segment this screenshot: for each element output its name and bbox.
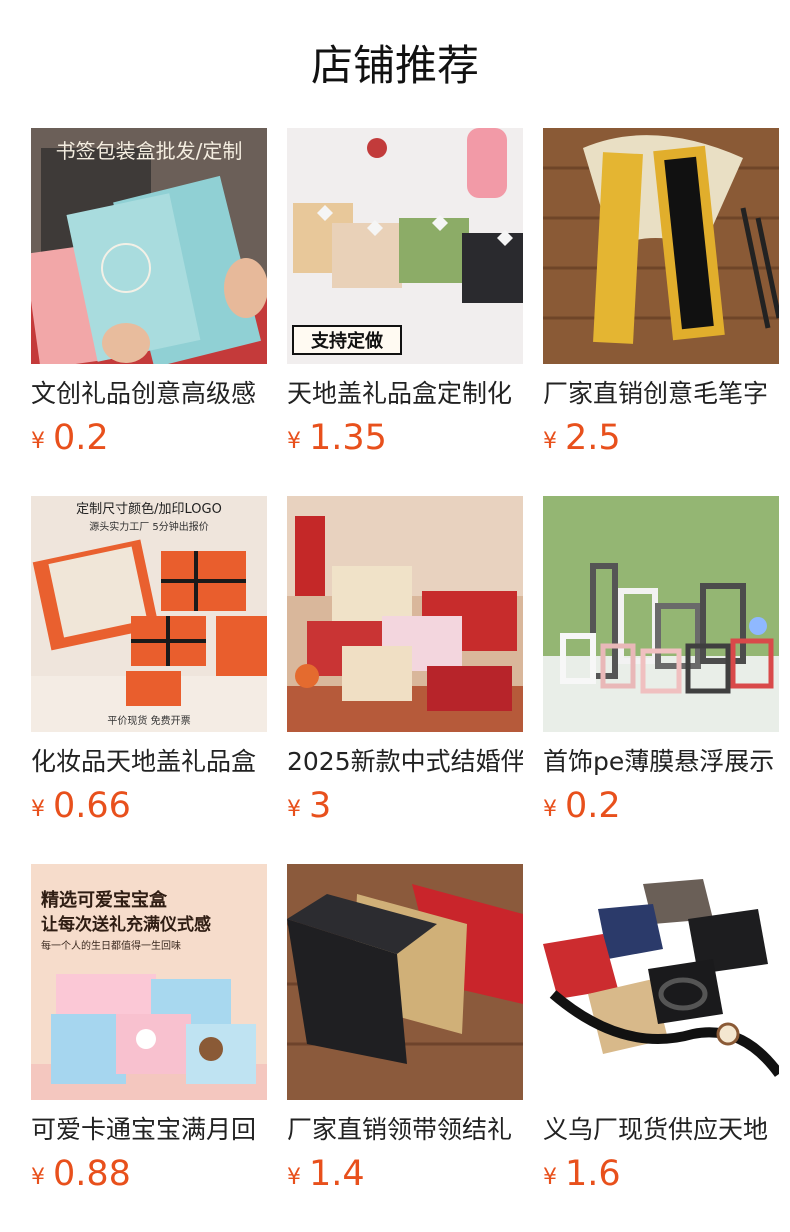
product-image[interactable]: 定制尺寸颜色/加印LOGO 源头实力工厂 5分钟出报价 平价现货 免费开票 (31, 496, 267, 732)
product-name[interactable]: 化妆品天地盖礼品盒 (31, 745, 267, 779)
image-caption-3: 每一个人的生日都值得一生回味 (41, 939, 181, 952)
price-value: 1.4 (309, 1154, 365, 1194)
product-name[interactable]: 义乌厂现货供应天地 (543, 1113, 779, 1147)
product-card[interactable]: 厂家直销领带领结礼 ¥1.4 (287, 864, 523, 1232)
product-card[interactable]: 书签包装盒批发/定制 文创礼品创意高级感 ¥0.2 (31, 128, 267, 496)
image-caption-2: 源头实力工厂 5分钟出报价 (89, 520, 209, 533)
product-name[interactable]: 文创礼品创意高级感 (31, 377, 267, 411)
product-image[interactable] (543, 496, 779, 732)
product-name[interactable]: 可爱卡通宝宝满月回 (31, 1113, 267, 1147)
product-image[interactable]: 支持定做 (287, 128, 523, 364)
price-value: 1.35 (309, 418, 387, 458)
product-image[interactable]: 精选可爱宝宝盒 让每次送礼充满仪式感 每一个人的生日都值得一生回味 (31, 864, 267, 1100)
price-value: 0.66 (53, 786, 131, 826)
image-caption: 定制尺寸颜色/加印LOGO (76, 501, 222, 517)
product-name[interactable]: 厂家直销创意毛笔字 (543, 377, 779, 411)
image-caption: 书签包装盒批发/定制 (56, 139, 243, 163)
product-price: ¥0.2 (543, 785, 779, 827)
product-name[interactable]: 2025新款中式结婚伴 (287, 745, 523, 779)
product-price: ¥0.2 (31, 417, 267, 459)
product-price: ¥1.35 (287, 417, 523, 459)
currency-symbol: ¥ (543, 797, 557, 822)
currency-symbol: ¥ (287, 1165, 301, 1190)
price-value: 3 (309, 786, 332, 826)
product-image[interactable] (287, 864, 523, 1100)
price-value: 0.2 (53, 418, 109, 458)
product-price: ¥0.66 (31, 785, 267, 827)
product-image[interactable] (287, 496, 523, 732)
product-card[interactable]: 首饰pe薄膜悬浮展示 ¥0.2 (543, 496, 779, 864)
product-price: ¥3 (287, 785, 523, 827)
image-caption-3: 平价现货 免费开票 (107, 714, 190, 727)
section-title: 店铺推荐 (310, 41, 479, 90)
currency-symbol: ¥ (287, 797, 301, 822)
product-image[interactable] (543, 864, 779, 1100)
product-price: ¥2.5 (543, 417, 779, 459)
product-name[interactable]: 首饰pe薄膜悬浮展示 (543, 745, 779, 779)
product-card[interactable]: 厂家直销创意毛笔字 ¥2.5 (543, 128, 779, 496)
product-card[interactable]: 义乌厂现货供应天地 ¥1.6 (543, 864, 779, 1232)
currency-symbol: ¥ (31, 429, 45, 454)
product-grid: 书签包装盒批发/定制 文创礼品创意高级感 ¥0.2 支持定做 天地盖礼品盒定制化… (31, 128, 779, 1232)
product-price: ¥1.6 (543, 1153, 779, 1195)
product-card[interactable]: 支持定做 天地盖礼品盒定制化 ¥1.35 (287, 128, 523, 496)
currency-symbol: ¥ (287, 429, 301, 454)
product-card[interactable]: 2025新款中式结婚伴 ¥3 (287, 496, 523, 864)
image-caption: 精选可爱宝宝盒 (41, 889, 168, 911)
currency-symbol: ¥ (543, 1165, 557, 1190)
image-caption-2: 让每次送礼充满仪式感 (41, 914, 211, 935)
currency-symbol: ¥ (31, 1165, 45, 1190)
product-image[interactable] (543, 128, 779, 364)
price-value: 0.2 (565, 786, 621, 826)
price-value: 0.88 (53, 1154, 131, 1194)
product-name[interactable]: 厂家直销领带领结礼 (287, 1113, 523, 1147)
image-caption: 支持定做 (310, 330, 384, 352)
currency-symbol: ¥ (543, 429, 557, 454)
product-card[interactable]: 定制尺寸颜色/加印LOGO 源头实力工厂 5分钟出报价 平价现货 免费开票 化妆… (31, 496, 267, 864)
price-value: 2.5 (565, 418, 621, 458)
product-price: ¥1.4 (287, 1153, 523, 1195)
product-price: ¥0.88 (31, 1153, 267, 1195)
product-image[interactable]: 书签包装盒批发/定制 (31, 128, 267, 364)
product-card[interactable]: 精选可爱宝宝盒 让每次送礼充满仪式感 每一个人的生日都值得一生回味 可爱卡通宝宝… (31, 864, 267, 1232)
product-name[interactable]: 天地盖礼品盒定制化 (287, 377, 523, 411)
currency-symbol: ¥ (31, 797, 45, 822)
price-value: 1.6 (565, 1154, 621, 1194)
